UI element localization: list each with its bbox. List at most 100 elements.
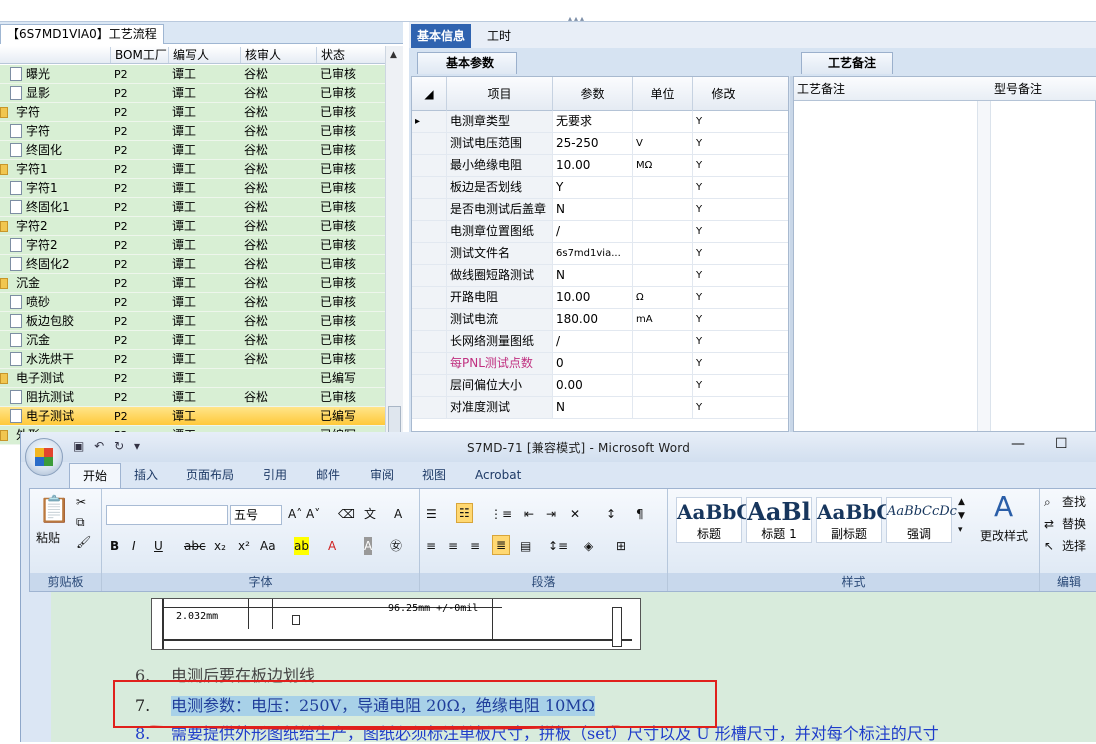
param-unit[interactable] <box>632 177 692 198</box>
col-header-bom[interactable]: BOM工厂 <box>110 47 168 63</box>
param-value[interactable]: 10.00 <box>552 287 632 308</box>
show-marks-icon[interactable]: ¶ <box>636 505 644 523</box>
tree-row[interactable]: 终固化 P2 谭工 谷松 已审核 <box>0 141 385 160</box>
param-modify[interactable]: Y <box>692 331 754 352</box>
col-header-status[interactable]: 状态 <box>316 47 385 63</box>
cut-icon[interactable]: ✂ <box>76 493 86 511</box>
scroll-up-icon[interactable]: ▲ <box>390 50 397 60</box>
param-value[interactable]: 6s7md1via... <box>552 243 632 264</box>
param-row[interactable]: 开路电阻 10.00 Ω Y <box>412 287 788 309</box>
col-header-modify[interactable]: 修改 <box>692 77 754 111</box>
change-styles-button[interactable]: 更改样式 <box>980 527 1028 545</box>
param-modify[interactable]: Y <box>692 133 754 154</box>
param-unit[interactable] <box>632 331 692 352</box>
param-unit[interactable] <box>632 375 692 396</box>
notes-scroll-strip[interactable] <box>977 101 991 431</box>
format-painter-icon[interactable]: 🖌 <box>76 533 91 551</box>
phonetic-icon[interactable]: 文 <box>364 505 376 523</box>
col-header-unit[interactable]: 单位 <box>632 77 692 111</box>
param-value[interactable]: 10.00 <box>552 155 632 176</box>
param-value[interactable]: N <box>552 397 632 418</box>
tree-row[interactable]: 喷砂 P2 谭工 谷松 已审核 <box>0 293 385 312</box>
param-value[interactable]: 0 <box>552 353 632 374</box>
tree-row[interactable]: 字符 P2 谭工 谷松 已审核 <box>0 103 385 122</box>
paste-button[interactable]: 粘贴 <box>36 529 60 547</box>
splitter-grip[interactable]: ▴▴▴ <box>568 15 628 23</box>
change-case-icon[interactable]: Aa <box>260 537 276 555</box>
line-spacing-icon[interactable]: ↕≡ <box>548 537 568 555</box>
tree-row[interactable]: 沉金 P2 谭工 谷松 已审核 <box>0 274 385 293</box>
tab-view[interactable]: 视图 <box>422 466 446 484</box>
param-unit[interactable] <box>632 221 692 242</box>
row-selector[interactable] <box>412 243 446 264</box>
highlight-icon[interactable]: ab <box>294 537 309 555</box>
tree-row[interactable]: 阻抗测试 P2 谭工 谷松 已审核 <box>0 388 385 407</box>
paste-icon[interactable]: 📋 <box>38 495 70 525</box>
param-row[interactable]: 长网络测量图纸 / Y <box>412 331 788 353</box>
multilevel-list-icon[interactable]: ⋮≡ <box>490 505 512 523</box>
row-selector[interactable] <box>412 375 446 396</box>
param-row[interactable]: 是否电测试后盖章 N Y <box>412 199 788 221</box>
styles-scroll-icon[interactable]: ▲ ▼ ▾ <box>958 495 965 537</box>
copy-icon[interactable]: ⧉ <box>76 513 85 531</box>
param-value[interactable]: 180.00 <box>552 309 632 330</box>
param-row[interactable]: 对准度测试 N Y <box>412 397 788 419</box>
replace-button[interactable]: 替换 <box>1062 515 1086 533</box>
save-icon[interactable]: ▣ <box>73 439 84 453</box>
tree-row[interactable]: 终固化2 P2 谭工 谷松 已审核 <box>0 255 385 274</box>
row-selector[interactable] <box>412 331 446 352</box>
minimize-icon[interactable]: — <box>1011 436 1025 452</box>
col-header-writer[interactable]: 编写人 <box>168 47 240 63</box>
param-modify[interactable]: Y <box>692 397 754 418</box>
col-header-item[interactable]: 项目 <box>446 77 552 111</box>
tree-row[interactable]: 曝光 P2 谭工 谷松 已审核 <box>0 65 385 84</box>
redo-icon[interactable]: ↻ <box>114 439 124 453</box>
qat-dropdown-icon[interactable]: ▾ <box>134 439 140 453</box>
param-value[interactable]: / <box>552 331 632 352</box>
current-row-indicator-icon[interactable]: ▸ <box>412 111 446 132</box>
underline-icon[interactable]: U <box>154 537 163 555</box>
grow-font-icon[interactable]: A˄ A˅ <box>288 505 320 523</box>
param-row[interactable]: 测试文件名 6s7md1via... Y <box>412 243 788 265</box>
param-unit[interactable]: V <box>632 133 692 154</box>
tree-row[interactable]: 水洗烘干 P2 谭工 谷松 已审核 <box>0 350 385 369</box>
row-selector[interactable] <box>412 155 446 176</box>
param-unit[interactable] <box>632 397 692 418</box>
col-header-process-notes[interactable]: 工艺备注 <box>794 77 845 101</box>
param-value[interactable]: N <box>552 265 632 286</box>
row-selector[interactable] <box>412 265 446 286</box>
param-modify[interactable]: Y <box>692 199 754 220</box>
tree-row[interactable]: 沉金 P2 谭工 谷松 已审核 <box>0 331 385 350</box>
param-row[interactable]: 板边是否划线 Y Y <box>412 177 788 199</box>
param-modify[interactable]: Y <box>692 177 754 198</box>
param-row[interactable]: 测试电压范围 25-250 V Y <box>412 133 788 155</box>
param-modify[interactable]: Y <box>692 353 754 374</box>
font-name-box[interactable] <box>106 505 228 525</box>
tree-row[interactable]: 电子测试 P2 谭工 已编写 <box>0 369 385 388</box>
param-value[interactable]: 无要求 <box>552 111 632 132</box>
tree-row[interactable]: 字符 P2 谭工 谷松 已审核 <box>0 122 385 141</box>
param-value[interactable]: N <box>552 199 632 220</box>
maximize-icon[interactable]: ☐ <box>1055 436 1068 452</box>
style-title[interactable]: AaBbC 标题 <box>676 497 752 543</box>
param-row[interactable]: 做线圈短路测试 N Y <box>412 265 788 287</box>
tree-vertical-scrollbar[interactable]: ▲ <box>385 46 403 446</box>
tree-row[interactable]: 字符1 P2 谭工 谷松 已审核 <box>0 179 385 198</box>
param-modify[interactable]: Y <box>692 221 754 242</box>
tab-home[interactable]: 开始 <box>69 463 122 489</box>
param-row[interactable]: 电测章位置图纸 / Y <box>412 221 788 243</box>
row-selector[interactable] <box>412 397 446 418</box>
param-modify[interactable]: Y <box>692 375 754 396</box>
chinese-layout-icon[interactable]: ✕ <box>570 505 580 523</box>
subscript-icon[interactable]: x₂ <box>214 537 226 555</box>
enclosed-char-icon[interactable]: ㊛ <box>390 537 402 555</box>
font-size-box[interactable]: 五号 <box>230 505 282 525</box>
row-selector[interactable] <box>412 133 446 154</box>
param-unit[interactable]: mA <box>632 309 692 330</box>
embedded-drawing[interactable]: 2.032mm 96.25mm +/-0mil <box>151 598 641 650</box>
bullets-icon[interactable]: ☰ <box>426 505 437 523</box>
tree-row[interactable]: 显影 P2 谭工 谷松 已审核 <box>0 84 385 103</box>
col-header-value[interactable]: 参数 <box>552 77 632 111</box>
param-unit[interactable] <box>632 111 692 132</box>
shading-icon[interactable]: ◈ <box>584 537 593 555</box>
